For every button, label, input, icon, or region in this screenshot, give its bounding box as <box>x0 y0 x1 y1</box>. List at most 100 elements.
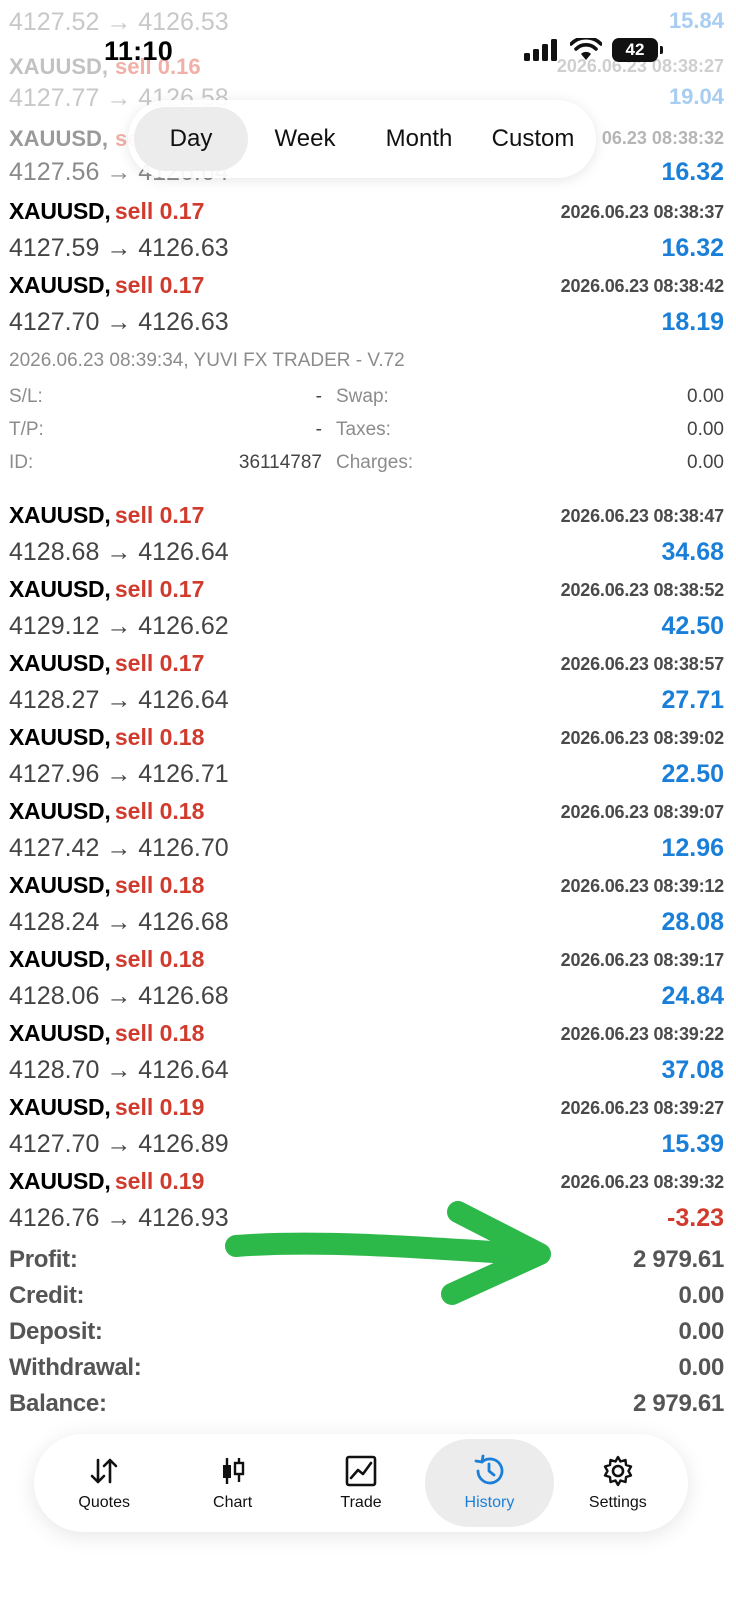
tab-chart[interactable]: Chart <box>168 1439 296 1527</box>
deal-profit: 15.39 <box>661 1130 724 1158</box>
cellular-signal-icon <box>524 39 557 61</box>
summary-row-balance: Balance: 2 979.61 <box>9 1390 724 1426</box>
deal-side: sell 0.17 <box>114 272 205 298</box>
deal-profit: 15.84 <box>668 8 724 33</box>
deal-row[interactable]: XAUUSD, sell 0.18 2026.06.23 08:39:07 412… <box>9 798 724 872</box>
profit-total: 2 979.61 <box>632 1246 724 1273</box>
deal-side: sell 0.18 <box>114 798 205 824</box>
deal-row[interactable]: XAUUSD, sell 0.17 2026.06.23 08:38:57 412… <box>9 650 724 724</box>
tab-label: History <box>464 1494 515 1511</box>
charges-value: 0.00 <box>687 452 724 473</box>
deal-row[interactable]: XAUUSD, sell 0.18 2026.06.23 08:39:12 412… <box>9 872 724 946</box>
tp-label: T/P: <box>9 419 44 440</box>
deal-side: sell 0.19 <box>114 1168 205 1194</box>
deal-prices: 4128.27 → 4126.64 <box>9 686 229 714</box>
deal-detail-panel: 2026.06.23 08:39:34, YUVI FX TRADER - V.… <box>9 348 724 488</box>
deal-profit: 16.32 <box>661 158 724 186</box>
deal-side: sell 0.17 <box>114 576 205 602</box>
balance-label: Balance: <box>9 1390 107 1417</box>
deal-symbol: XAUUSD, <box>9 946 111 972</box>
deal-profit: 37.08 <box>661 1056 724 1084</box>
deal-row[interactable]: XAUUSD, sell 0.17 2026.06.23 08:38:42 412… <box>9 272 724 346</box>
deal-prices: 4126.76 → 4126.93 <box>9 1204 229 1232</box>
deal-prices: 4127.70 → 4126.63 <box>9 308 229 336</box>
deal-symbol: XAUUSD, <box>9 1168 111 1194</box>
deal-time: 2026.06.23 08:38:52 <box>560 580 725 600</box>
history-icon <box>475 1454 504 1485</box>
deal-row[interactable]: XAUUSD, sell 0.18 2026.06.23 08:39:22 412… <box>9 1020 724 1094</box>
faded-deal-row: 4127.52 → 4126.53 15.84 <box>9 8 724 38</box>
deal-symbol: XAUUSD, <box>9 650 111 676</box>
charges-label: Charges: <box>336 452 414 473</box>
deal-profit: 27.71 <box>661 686 724 714</box>
deal-side: sell 0.17 <box>114 650 205 676</box>
period-tab-week[interactable]: Week <box>248 107 362 171</box>
deal-time: 2026.06.23 08:39:17 <box>560 950 725 970</box>
deal-prices: 4128.24 → 4126.68 <box>9 908 229 936</box>
deal-prices: 4128.70 → 4126.64 <box>9 1056 229 1084</box>
deal-time: 2026.06.23 08:39:02 <box>560 728 725 748</box>
tab-settings[interactable]: Settings <box>554 1439 682 1527</box>
deal-side: sell 0.18 <box>114 872 205 898</box>
deposit-label: Deposit: <box>9 1318 103 1345</box>
deal-prices: 4127.52 → 4126.53 <box>9 8 229 36</box>
tab-history[interactable]: History <box>425 1439 554 1527</box>
detail-row: T/P: - Taxes: 0.00 <box>9 419 724 449</box>
deal-side: sell 0.18 <box>114 1020 205 1046</box>
tab-quotes[interactable]: Quotes <box>40 1439 168 1527</box>
deal-time: 06.23 08:38:32 <box>601 128 724 148</box>
deal-symbol: XAUUSD, <box>9 126 109 151</box>
summary-row-withdrawal: Withdrawal: 0.00 <box>9 1354 724 1390</box>
tab-label: Trade <box>340 1494 382 1511</box>
deal-time: 2026.06.23 08:39:32 <box>560 1172 725 1192</box>
summary-row-deposit: Deposit: 0.00 <box>9 1318 724 1354</box>
deal-profit: -3.23 <box>667 1204 724 1232</box>
deal-side: sell 0.18 <box>114 724 205 750</box>
tp-value: - <box>315 419 322 440</box>
deal-side: sell 0.17 <box>114 502 205 528</box>
period-tab-custom[interactable]: Custom <box>476 107 590 171</box>
deal-profit: 34.68 <box>661 538 724 566</box>
deal-symbol: XAUUSD, <box>9 198 111 224</box>
deal-symbol: XAUUSD, <box>9 1094 111 1120</box>
deal-prices: 4128.68 → 4126.64 <box>9 538 229 566</box>
deal-symbol: XAUUSD, <box>9 502 111 528</box>
bottom-tab-bar: Quotes Chart Trade History Settings <box>34 1434 688 1532</box>
detail-row: ID: 36114787 Charges: 0.00 <box>9 452 724 482</box>
deal-row[interactable]: XAUUSD, sell 0.19 2026.06.23 08:39:27 412… <box>9 1094 724 1168</box>
deal-row[interactable]: XAUUSD, sell 0.18 2026.06.23 08:39:17 412… <box>9 946 724 1020</box>
id-label: ID: <box>9 452 34 473</box>
deposit-value: 0.00 <box>678 1318 724 1345</box>
sl-value: - <box>315 386 322 407</box>
withdrawal-value: 0.00 <box>678 1354 724 1381</box>
deal-time: 2026.06.23 08:38:47 <box>560 506 725 526</box>
credit-label: Credit: <box>9 1282 85 1309</box>
quotes-icon <box>90 1458 118 1484</box>
deal-prices: 4127.96 → 4126.71 <box>9 760 229 788</box>
deal-symbol: XAUUSD, <box>9 1020 111 1046</box>
deal-prices: 4127.59 → 4126.63 <box>9 234 229 262</box>
deal-row[interactable]: XAUUSD, sell 0.17 2026.06.23 08:38:52 412… <box>9 576 724 650</box>
deal-detail-header: 2026.06.23 08:39:34, YUVI FX TRADER - V.… <box>9 350 405 371</box>
period-tab-month[interactable]: Month <box>362 107 476 171</box>
period-tab-day[interactable]: Day <box>134 107 248 171</box>
deal-symbol: XAUUSD, <box>9 872 111 898</box>
tab-trade[interactable]: Trade <box>297 1439 425 1527</box>
deal-prices: 4128.06 → 4126.68 <box>9 982 229 1010</box>
deal-time: 2026.06.23 08:38:37 <box>560 202 725 222</box>
deal-row[interactable]: XAUUSD, sell 0.17 2026.06.23 08:38:47 412… <box>9 502 724 576</box>
deal-profit: 22.50 <box>661 760 724 788</box>
deal-row[interactable]: XAUUSD, sell 0.17 2026.06.23 08:38:37 412… <box>9 198 724 272</box>
deal-symbol: XAUUSD, <box>9 724 111 750</box>
deal-time: 2026.06.23 08:38:57 <box>560 654 725 674</box>
deal-profit: 16.32 <box>661 234 724 262</box>
deal-row[interactable]: XAUUSD, sell 0.18 2026.06.23 08:39:02 412… <box>9 724 724 798</box>
deal-time: 2026.06.23 08:38:42 <box>560 276 725 296</box>
withdrawal-label: Withdrawal: <box>9 1354 142 1381</box>
deal-symbol: XAUUSD, <box>9 576 111 602</box>
status-icons: 42 <box>524 38 663 62</box>
tab-label: Quotes <box>78 1494 130 1511</box>
profit-label: Profit: <box>9 1246 78 1273</box>
chart-icon <box>222 1458 244 1484</box>
deal-prices: 4127.70 → 4126.89 <box>9 1130 229 1158</box>
